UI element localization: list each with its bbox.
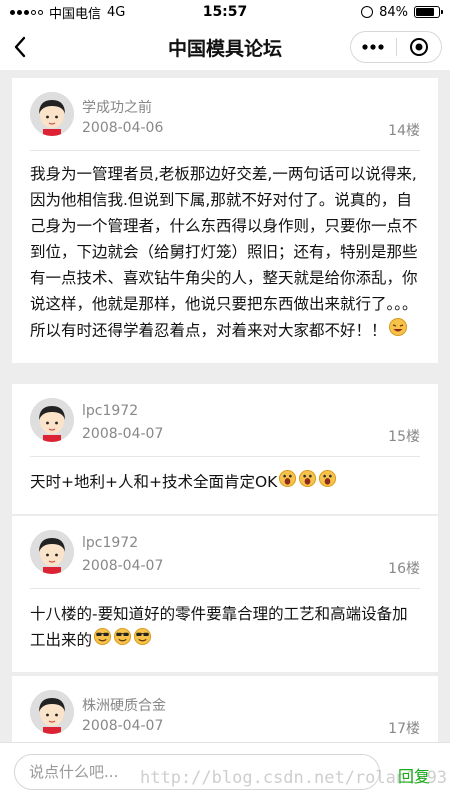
sunglasses-emoji-icon xyxy=(113,627,132,654)
avatar-icon xyxy=(30,398,74,442)
comment-input[interactable] xyxy=(14,754,380,790)
post-date: 2008-04-07 xyxy=(82,558,164,574)
status-time: 15:57 xyxy=(202,4,248,20)
chevron-left-icon xyxy=(14,36,26,58)
post-text: 我身为一管理者员,老板那边好交差,一两句话可以说得来,因为他相信我.但说到下属,… xyxy=(30,165,418,340)
back-button[interactable] xyxy=(0,24,40,70)
avatar[interactable] xyxy=(30,690,74,734)
post-card: lpc1972 2008-04-07 16楼 十八楼的-要知道好的零件要靠合理的… xyxy=(12,516,438,672)
target-close-icon xyxy=(409,38,428,56)
author-name[interactable]: lpc1972 xyxy=(82,535,138,551)
post-card: 学成功之前 2008-04-06 14楼 我身为一管理者员,老板那边好交差,一两… xyxy=(12,78,438,363)
avatar-icon xyxy=(30,530,74,574)
post-header: lpc1972 2008-04-07 16楼 xyxy=(30,516,420,588)
avatar-icon xyxy=(30,92,74,136)
rotation-lock-icon xyxy=(361,6,374,18)
post-header: 学成功之前 2008-04-06 14楼 xyxy=(30,78,420,150)
post-header: 株洲硬质合金 2008-04-07 17楼 xyxy=(30,676,420,742)
status-bar: 中国电信 4G 15:57 84% xyxy=(0,0,450,24)
floor-number: 17楼 xyxy=(388,721,420,737)
post-content: 我身为一管理者员,老板那边好交差,一两句话可以说得来,因为他相信我.但说到下属,… xyxy=(30,151,420,363)
floor-number: 14楼 xyxy=(388,123,420,139)
avatar[interactable] xyxy=(30,92,74,136)
sunglasses-emoji-icon xyxy=(133,627,152,654)
more-button[interactable] xyxy=(351,32,396,62)
author-name[interactable]: 株洲硬质合金 xyxy=(82,695,166,715)
battery-icon xyxy=(414,6,443,18)
post-text: 十八楼的-要知道好的零件要靠合理的工艺和高端设备加工出来的 xyxy=(30,605,408,649)
surprised-emoji-icon xyxy=(278,469,297,496)
post-content: 天时+地利+人和+技术全面肯定OK xyxy=(30,457,420,514)
post-feed[interactable]: 学成功之前 2008-04-06 14楼 我身为一管理者员,老板那边好交差,一两… xyxy=(0,70,450,742)
surprised-emoji-icon xyxy=(298,469,317,496)
floor-number: 16楼 xyxy=(388,561,420,577)
nav-bar: 中国模具论坛 xyxy=(0,24,450,70)
signal-icon xyxy=(10,9,43,15)
carrier-label: 中国电信 xyxy=(49,6,102,22)
laughing-emoji-icon xyxy=(388,317,408,345)
post-content: 十八楼的-要知道好的零件要靠合理的工艺和高端设备加工出来的 xyxy=(30,589,420,672)
network-label: 4G xyxy=(107,4,126,20)
avatar-icon xyxy=(30,690,74,734)
post-text: 天时+地利+人和+技术全面肯定OK xyxy=(30,473,278,491)
reply-button[interactable]: 回复 xyxy=(398,763,430,787)
status-right: 84% xyxy=(280,4,443,20)
comment-bar: http://blog.csdn.net/rolan1993 回复 xyxy=(0,742,450,800)
status-left: 中国电信 4G xyxy=(10,3,170,22)
post-header: lpc1972 2008-04-07 15楼 xyxy=(30,384,420,456)
more-dots-icon xyxy=(362,44,384,50)
post-card: lpc1972 2008-04-07 15楼 天时+地利+人和+技术全面肯定OK xyxy=(12,384,438,514)
menu-capsule xyxy=(350,31,442,63)
author-name[interactable]: lpc1972 xyxy=(82,403,138,419)
sunglasses-emoji-icon xyxy=(93,627,112,654)
post-date: 2008-04-07 xyxy=(82,718,164,734)
battery-percent: 84% xyxy=(379,4,408,20)
post-card: 株洲硬质合金 2008-04-07 17楼 xyxy=(12,676,438,742)
avatar[interactable] xyxy=(30,398,74,442)
post-date: 2008-04-07 xyxy=(82,426,164,442)
surprised-emoji-icon xyxy=(318,469,337,496)
close-button[interactable] xyxy=(397,32,442,62)
floor-number: 15楼 xyxy=(388,429,420,445)
author-name[interactable]: 学成功之前 xyxy=(82,97,152,117)
post-date: 2008-04-06 xyxy=(82,120,164,136)
avatar[interactable] xyxy=(30,530,74,574)
